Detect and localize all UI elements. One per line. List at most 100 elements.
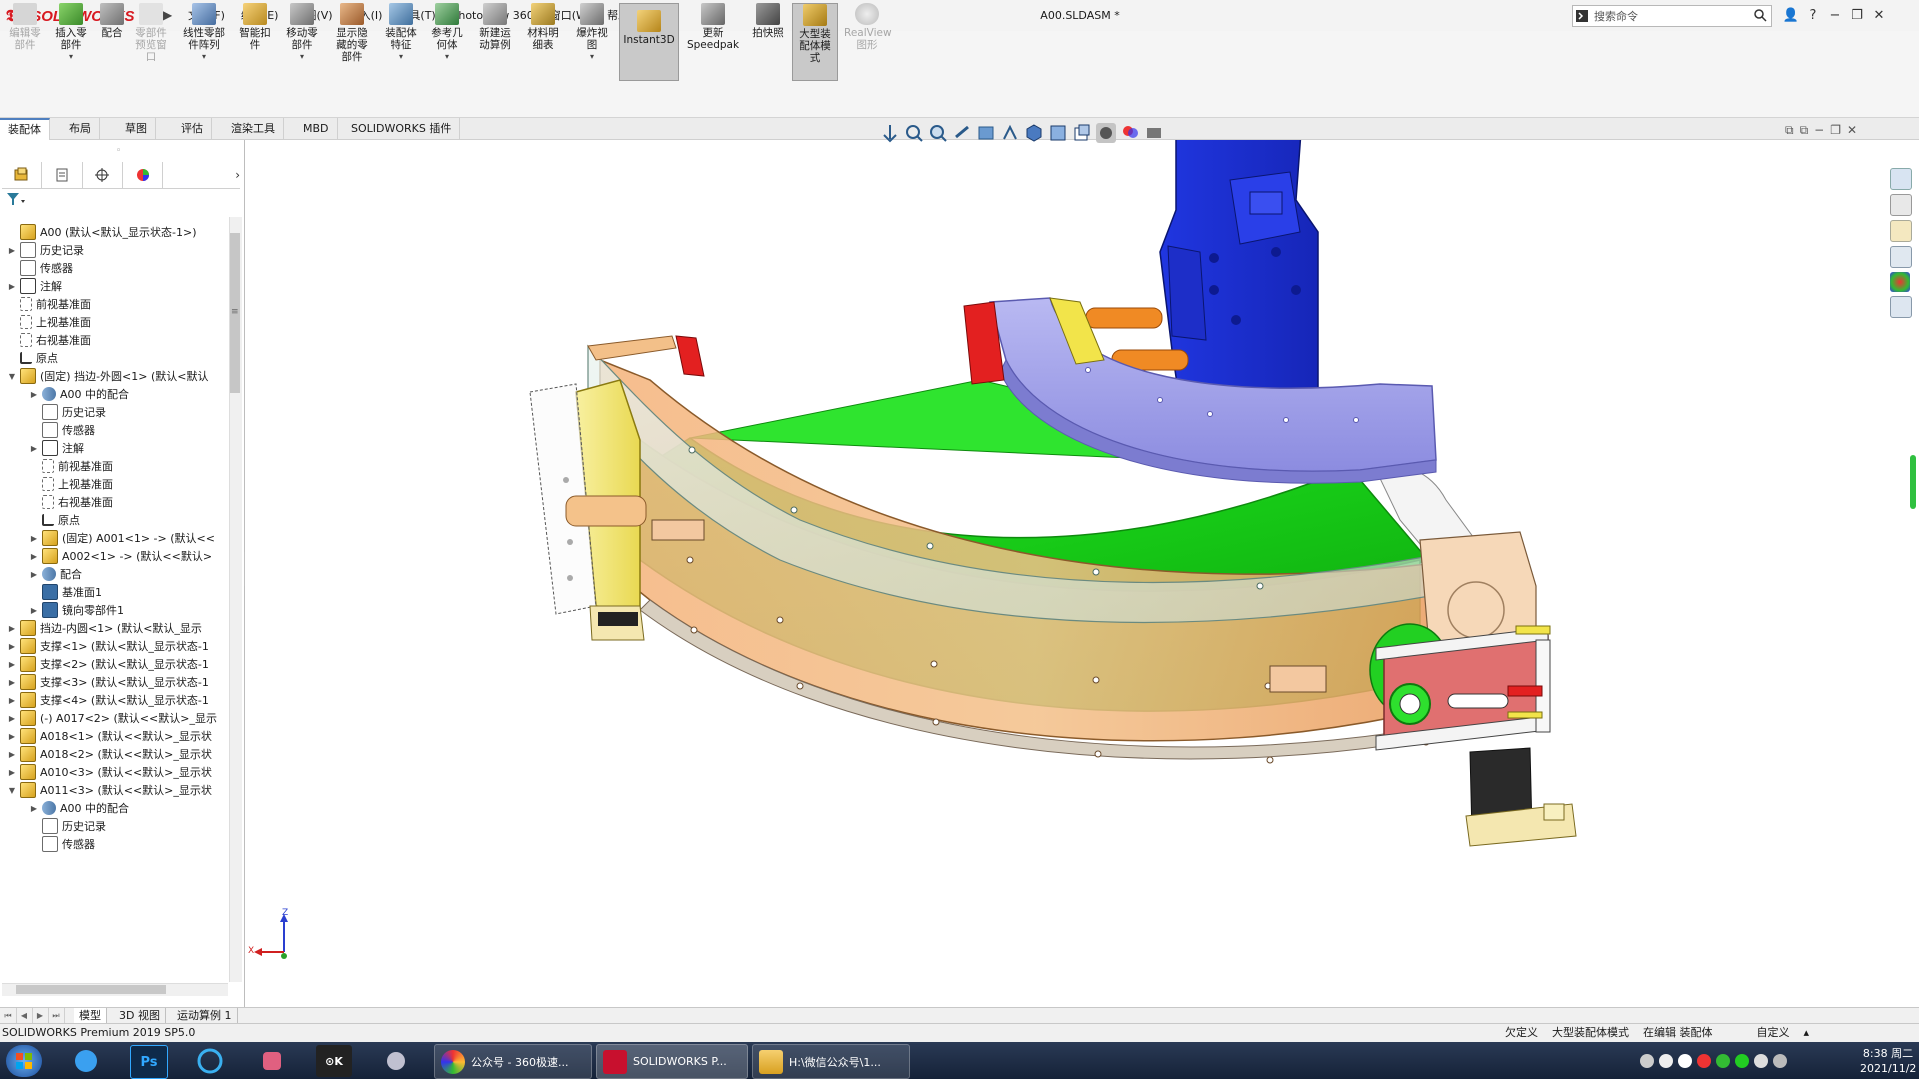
tree-expand-icon[interactable]: ▶ [28,570,40,579]
tab-3d-view[interactable]: 3D 视图 [114,1008,166,1024]
tree-expand-icon[interactable]: ▶ [6,678,18,687]
tree-expand-icon[interactable]: ▶ [6,714,18,723]
tab-evaluate[interactable]: 评估 [173,118,212,139]
status-units-arrow-icon[interactable]: ▴ [1804,1024,1810,1041]
keyboard-icon[interactable] [1640,1053,1654,1068]
design-library-icon[interactable] [1890,194,1912,216]
restore-button[interactable]: ❐ [1846,8,1868,23]
tree-expand-icon[interactable]: ▶ [28,534,40,543]
tab-model[interactable]: 模型 [74,1008,107,1024]
search-icon[interactable] [1753,8,1771,25]
solidworks-resources-icon[interactable] [1890,168,1912,190]
component-preview-button[interactable]: 零部件预览窗口 [131,3,171,63]
dropdown-arrow-icon[interactable]: ▾ [590,51,594,63]
dropdown-arrow-icon[interactable]: ▾ [69,51,73,63]
exploded-view-button[interactable]: 爆炸视图 ▾ [572,3,612,63]
view-orientation-icon[interactable] [880,123,900,143]
mate-button[interactable]: 配合 [97,3,127,39]
property-manager-tab[interactable] [42,162,83,188]
graphics-area[interactable] [245,140,1919,1008]
tree-hscroll-thumb[interactable] [16,985,166,994]
view-settings-icon[interactable] [1144,123,1164,143]
dropdown-arrow-icon[interactable]: ▾ [300,51,304,63]
show-hidden-components-button[interactable]: 显示隐藏的零部件 [331,3,373,63]
notification-icon[interactable] [1678,1053,1692,1068]
browser-icon[interactable] [192,1045,228,1077]
photoshop-icon[interactable]: Ps [130,1045,168,1079]
tree-expand-icon[interactable]: ▶ [28,444,40,453]
search-input[interactable]: 搜索命令 [1591,8,1753,24]
tree-expand-icon[interactable]: ▶ [6,246,18,255]
user-icon[interactable]: 👤 [1780,8,1802,23]
tree-expand-icon[interactable]: ▶ [28,804,40,813]
tree-expand-icon[interactable]: ▶ [6,660,18,669]
edit-component-button[interactable]: 编辑零部件 [6,3,44,51]
tree-expand-icon[interactable]: ▶ [6,768,18,777]
volume-icon[interactable] [1754,1053,1768,1068]
panel-grip-icon[interactable]: ◦ [116,146,121,156]
check-icon[interactable] [1716,1053,1730,1068]
taskbar-window-solidworks[interactable]: SOLIDWORKS P... [596,1044,748,1079]
linear-pattern-button[interactable]: 线性零部件阵列 ▾ [178,3,230,63]
taskbar-window-explorer[interactable]: H:\微信公众号\1... [752,1044,910,1079]
minimize-button[interactable]: − [1824,8,1846,23]
taskbar-window-browser[interactable]: 公众号 - 360极速... [434,1044,592,1079]
configuration-manager-tab[interactable] [83,162,123,188]
tab-solidworks-addins[interactable]: SOLIDWORKS 插件 [343,118,461,139]
smart-fasteners-button[interactable]: 智能扣件 [236,3,274,51]
tree-expand-icon[interactable]: ▶ [28,390,40,399]
appearances-icon[interactable] [1890,272,1910,292]
dynamic-annotation-icon[interactable] [1000,123,1020,143]
filter-icon[interactable] [6,192,28,209]
dropdown-arrow-icon[interactable]: ▾ [399,51,403,63]
viewport-tile-left-icon[interactable]: ⧉ [1785,123,1794,138]
ime-icon[interactable] [1659,1053,1673,1068]
tree-expand-icon[interactable]: ▶ [6,282,18,291]
viewport-close-icon[interactable]: ✕ [1847,123,1857,138]
tree-expand-icon[interactable]: ▼ [6,786,18,795]
tree-expand-icon[interactable]: ▶ [28,606,40,615]
plus-icon[interactable] [1735,1053,1749,1068]
last-tab-icon[interactable]: ⏭ [48,1008,65,1024]
instant3d-button[interactable]: Instant3D [619,3,679,81]
tab-motion-study[interactable]: 运动算例 1 [172,1008,238,1024]
panel-expand-icon[interactable]: › [163,162,240,188]
tree-expand-icon[interactable]: ▶ [6,624,18,633]
zoom-area-icon[interactable] [928,123,948,143]
previous-view-icon[interactable] [952,123,972,143]
bill-of-materials-button[interactable]: 材料明细表 [522,3,564,51]
display-manager-tab[interactable] [123,162,164,188]
security-icon[interactable] [1697,1053,1711,1068]
take-snapshot-button[interactable]: 拍快照 [748,3,788,39]
prev-tab-icon[interactable]: ◀ [16,1008,33,1024]
tab-layout[interactable]: 布局 [61,118,100,139]
large-assembly-mode-button[interactable]: 大型装配体模式 [792,3,838,81]
ok-app-icon[interactable]: ⊙K [316,1045,352,1077]
tree-expand-icon[interactable]: ▼ [6,372,18,381]
clock[interactable]: 8:38 周二 2021/11/2 [1860,1044,1916,1076]
tool-app-icon[interactable] [378,1045,414,1077]
tab-render-tools[interactable]: 渲染工具 [223,118,284,139]
next-tab-icon[interactable]: ▶ [32,1008,49,1024]
display-style-icon[interactable] [1048,123,1068,143]
status-units[interactable]: 自定义 [1757,1024,1790,1041]
hide-show-items-icon[interactable] [1072,123,1092,143]
help-icon[interactable]: ? [1802,8,1824,23]
viewport-scroll-indicator[interactable] [1910,455,1916,509]
tree-expand-icon[interactable]: ▶ [6,750,18,759]
tab-mbd[interactable]: MBD [295,118,338,139]
realview-button[interactable]: RealView图形 [843,3,892,51]
file-explorer-icon[interactable] [1890,220,1912,242]
edit-appearance-icon[interactable] [1096,123,1116,143]
search-box[interactable]: 搜索命令 [1572,5,1772,27]
custom-properties-icon[interactable] [1890,296,1912,318]
view-orientation-cube-icon[interactable] [1024,123,1044,143]
baidu-netdisk-icon[interactable] [68,1045,104,1077]
feature-manager-tab[interactable] [2,162,43,188]
tab-sketch[interactable]: 草图 [117,118,156,139]
new-motion-study-button[interactable]: 新建运动算例 [475,3,515,51]
network-icon[interactable] [1773,1053,1787,1068]
first-tab-icon[interactable]: ⏮ [0,1008,17,1024]
tree-expand-icon[interactable]: ▶ [28,552,40,561]
viewport-tile-right-icon[interactable]: ⧉ [1800,123,1809,138]
